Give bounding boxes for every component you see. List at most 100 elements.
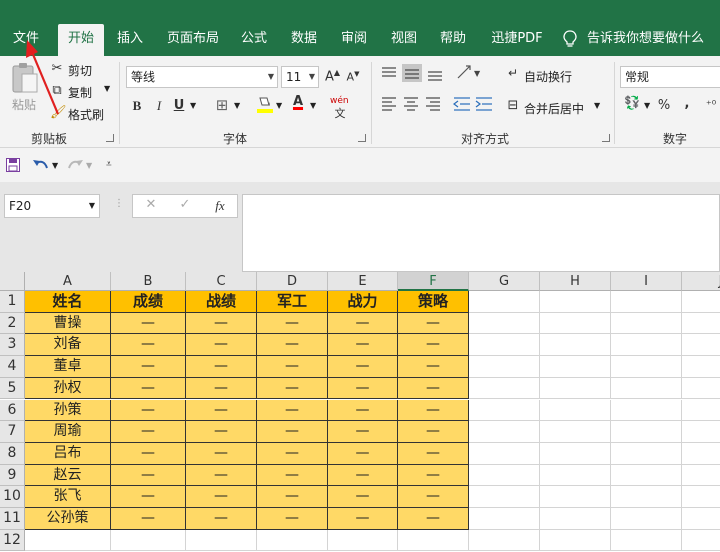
row-header-11[interactable]: 11 [0, 508, 25, 530]
cell-b4[interactable]: — [111, 356, 186, 378]
select-all-button[interactable] [0, 272, 25, 291]
undo-icon[interactable] [32, 158, 50, 172]
cell-j12[interactable] [682, 530, 720, 552]
bold-button[interactable]: B [130, 98, 144, 114]
formula-bar-splitter-icon[interactable]: ⋮ [114, 198, 124, 209]
cell-j4[interactable] [682, 356, 720, 378]
tab-home[interactable]: 开始 [58, 24, 104, 56]
grow-font-button[interactable]: A▲ [325, 68, 340, 84]
cell-d3[interactable]: — [257, 334, 328, 357]
cell-j1[interactable] [682, 291, 720, 313]
cell-d10[interactable]: — [257, 486, 328, 508]
number-format-select[interactable]: 常规 [620, 66, 720, 88]
tab-review[interactable]: 审阅 [334, 24, 374, 56]
cell-e8[interactable]: — [328, 442, 398, 465]
cancel-entry-button[interactable]: ✕ [143, 197, 159, 212]
cell-d9[interactable]: — [257, 464, 328, 487]
cell-d6[interactable]: — [257, 399, 328, 422]
chevron-down-icon[interactable]: ▼ [86, 161, 92, 170]
cell-i2[interactable] [611, 312, 682, 335]
cell-g9[interactable] [469, 464, 540, 487]
cell-c5[interactable]: — [186, 377, 257, 400]
formula-input[interactable] [242, 194, 720, 272]
cell-g11[interactable] [469, 508, 540, 530]
cell-a1[interactable]: 姓名 [25, 291, 111, 313]
cell-f9[interactable]: — [398, 464, 469, 487]
redo-icon[interactable] [66, 158, 84, 172]
cell-e7[interactable]: — [328, 421, 398, 443]
cell-i1[interactable] [611, 291, 682, 313]
cell-b3[interactable]: — [111, 334, 186, 357]
cell-h7[interactable] [540, 421, 611, 443]
cell-j6[interactable] [682, 400, 720, 422]
cell-i9[interactable] [611, 464, 682, 487]
cell-d4[interactable]: — [257, 356, 328, 378]
cell-a3[interactable]: 刘备 [25, 334, 111, 357]
cell-g8[interactable] [469, 442, 540, 465]
cell-a8[interactable]: 吕布 [25, 442, 111, 465]
cell-h5[interactable] [540, 377, 611, 400]
cell-c6[interactable]: — [186, 399, 257, 422]
worksheet-grid[interactable]: ABCDEFGHIJ1姓名成绩战绩军工战力策略2曹操—————3刘备—————4… [0, 272, 720, 552]
column-header-c[interactable]: C [186, 272, 257, 291]
cell-g1[interactable] [469, 291, 540, 313]
cell-c2[interactable]: — [186, 312, 257, 335]
cell-j9[interactable] [682, 465, 720, 487]
column-header-a[interactable]: A [25, 272, 111, 291]
tab-xunjie-pdf[interactable]: 迅捷PDF [484, 24, 550, 56]
tell-me-box[interactable]: 告诉我你想要做什么 [563, 24, 704, 56]
cell-g2[interactable] [469, 312, 540, 335]
cell-f10[interactable]: — [398, 486, 469, 508]
cell-b11[interactable]: — [111, 508, 186, 530]
cell-f11[interactable]: — [398, 508, 469, 530]
cell-e4[interactable]: — [328, 356, 398, 378]
cell-h3[interactable] [540, 334, 611, 357]
cell-a12[interactable] [25, 529, 111, 552]
cell-c12[interactable] [186, 529, 257, 552]
cell-d12[interactable] [257, 529, 328, 552]
cell-b7[interactable]: — [111, 421, 186, 443]
cell-a4[interactable]: 董卓 [25, 356, 111, 378]
accounting-format-icon[interactable]: 💱 [624, 96, 640, 111]
cell-c4[interactable]: — [186, 356, 257, 378]
borders-icon[interactable]: ⊞ [214, 96, 230, 114]
cell-g12[interactable] [469, 529, 540, 552]
tab-file[interactable]: 文件 [6, 24, 46, 56]
cell-j5[interactable] [682, 378, 720, 400]
cell-i5[interactable] [611, 377, 682, 400]
row-header-8[interactable]: 8 [0, 442, 25, 465]
cell-b8[interactable]: — [111, 442, 186, 465]
chevron-down-icon[interactable]: ▼ [644, 101, 650, 110]
cell-d8[interactable]: — [257, 442, 328, 465]
cell-d7[interactable]: — [257, 421, 328, 443]
comma-style-button[interactable]: , [680, 96, 694, 111]
column-header-e[interactable]: E [328, 272, 398, 291]
cell-c10[interactable]: — [186, 486, 257, 508]
cell-c11[interactable]: — [186, 508, 257, 530]
cell-d11[interactable]: — [257, 508, 328, 530]
cell-h9[interactable] [540, 464, 611, 487]
cell-h2[interactable] [540, 312, 611, 335]
cell-a7[interactable]: 周瑜 [25, 421, 111, 443]
column-header-g[interactable]: G [469, 272, 540, 291]
cell-d5[interactable]: — [257, 377, 328, 400]
save-icon[interactable] [6, 158, 20, 172]
tab-data[interactable]: 数据 [284, 24, 324, 56]
cell-i3[interactable] [611, 334, 682, 357]
column-header-f[interactable]: F [398, 272, 469, 291]
cell-a5[interactable]: 孙权 [25, 377, 111, 400]
cell-j10[interactable] [682, 486, 720, 508]
cell-h4[interactable] [540, 356, 611, 378]
cell-g7[interactable] [469, 421, 540, 443]
cell-b6[interactable]: — [111, 399, 186, 422]
cell-e10[interactable]: — [328, 486, 398, 508]
cell-a11[interactable]: 公孙策 [25, 508, 111, 530]
confirm-entry-button[interactable]: ✓ [177, 197, 193, 212]
cell-b2[interactable]: — [111, 312, 186, 335]
cell-a6[interactable]: 孙策 [25, 399, 111, 422]
cell-c8[interactable]: — [186, 442, 257, 465]
cell-f12[interactable] [398, 529, 469, 552]
cell-h12[interactable] [540, 529, 611, 552]
cell-j3[interactable] [682, 334, 720, 357]
cell-j8[interactable] [682, 443, 720, 465]
